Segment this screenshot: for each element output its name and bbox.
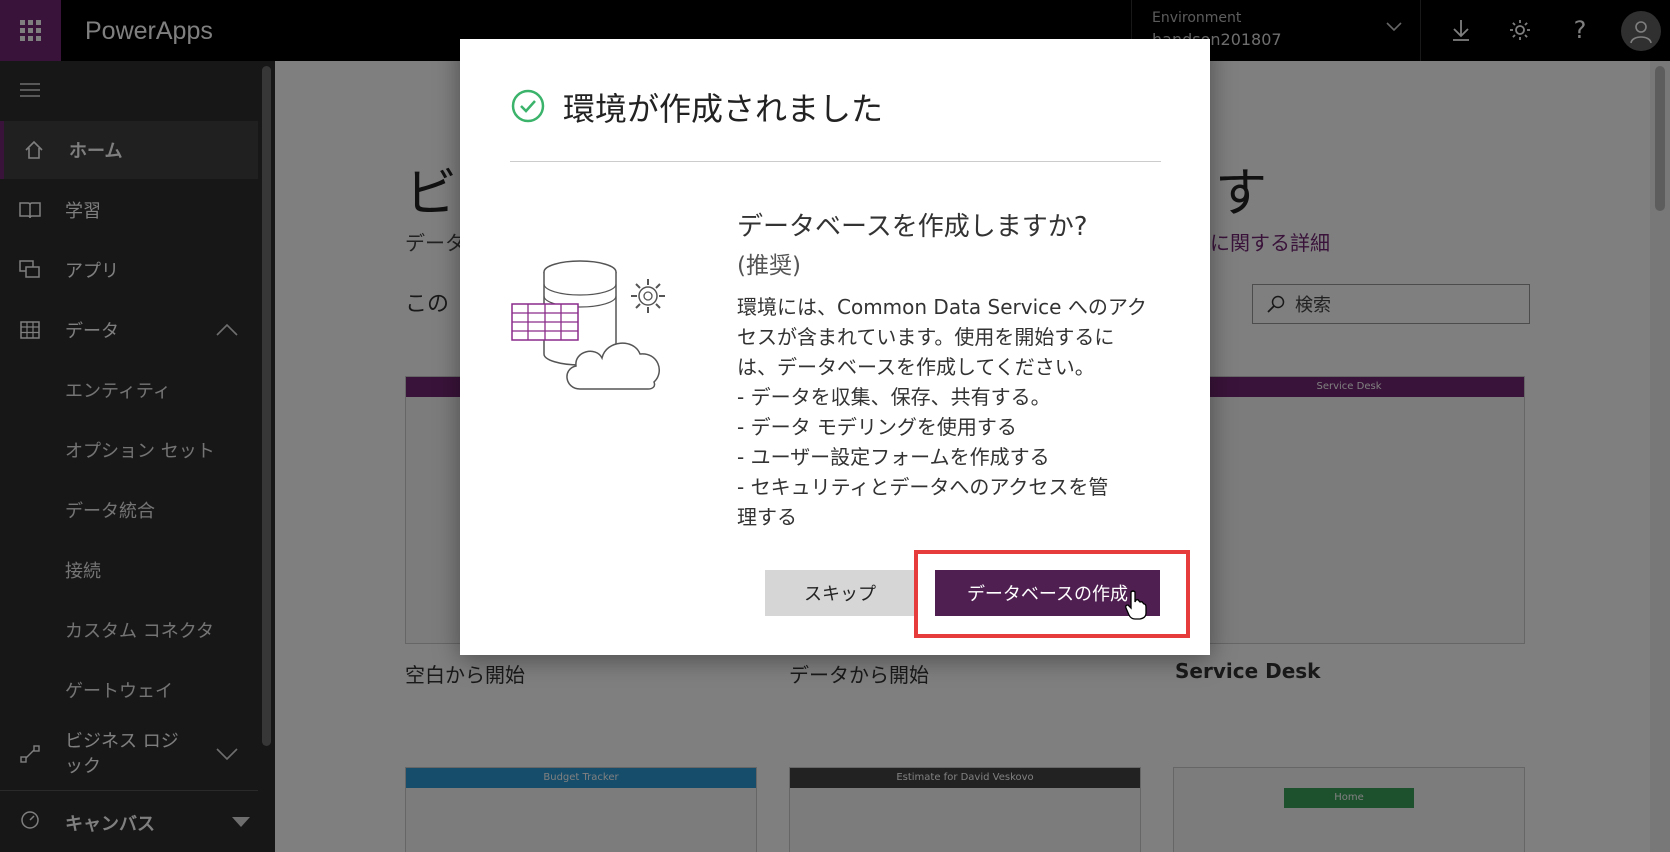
dialog-body-line: - データ モデリングを使用する	[737, 415, 1017, 439]
dialog-body-line: - セキュリティとデータへのアクセスを管	[737, 475, 1109, 499]
dialog-body-line: - ユーザー設定フォームを作成する	[737, 445, 1050, 469]
database-illustration-icon	[511, 260, 665, 390]
hand-cursor-icon	[1125, 590, 1147, 620]
dialog-body-line: セスが含まれています。使用を開始するに	[737, 325, 1115, 349]
dialog-body-line: は、データベースを作成してください。	[737, 355, 1095, 379]
dialog-title: 環境が作成されました	[563, 90, 884, 128]
dialog-body-line: - データを収集、保存、共有する。	[737, 385, 1051, 409]
dialog-body-line: 理する	[737, 505, 797, 529]
dialog-body: 環境には、Common Data Service へのアク セスが含まれています…	[737, 292, 1157, 532]
skip-button[interactable]: スキップ	[765, 570, 915, 616]
dialog-recommended: (推奨)	[737, 253, 801, 279]
dialog-body-line: 環境には、Common Data Service へのアク	[737, 295, 1147, 319]
highlight-box	[914, 550, 1190, 638]
dialog-divider	[510, 161, 1161, 162]
check-circle-icon	[511, 89, 545, 123]
dialog-question: データベースを作成しますか?	[737, 212, 1088, 242]
